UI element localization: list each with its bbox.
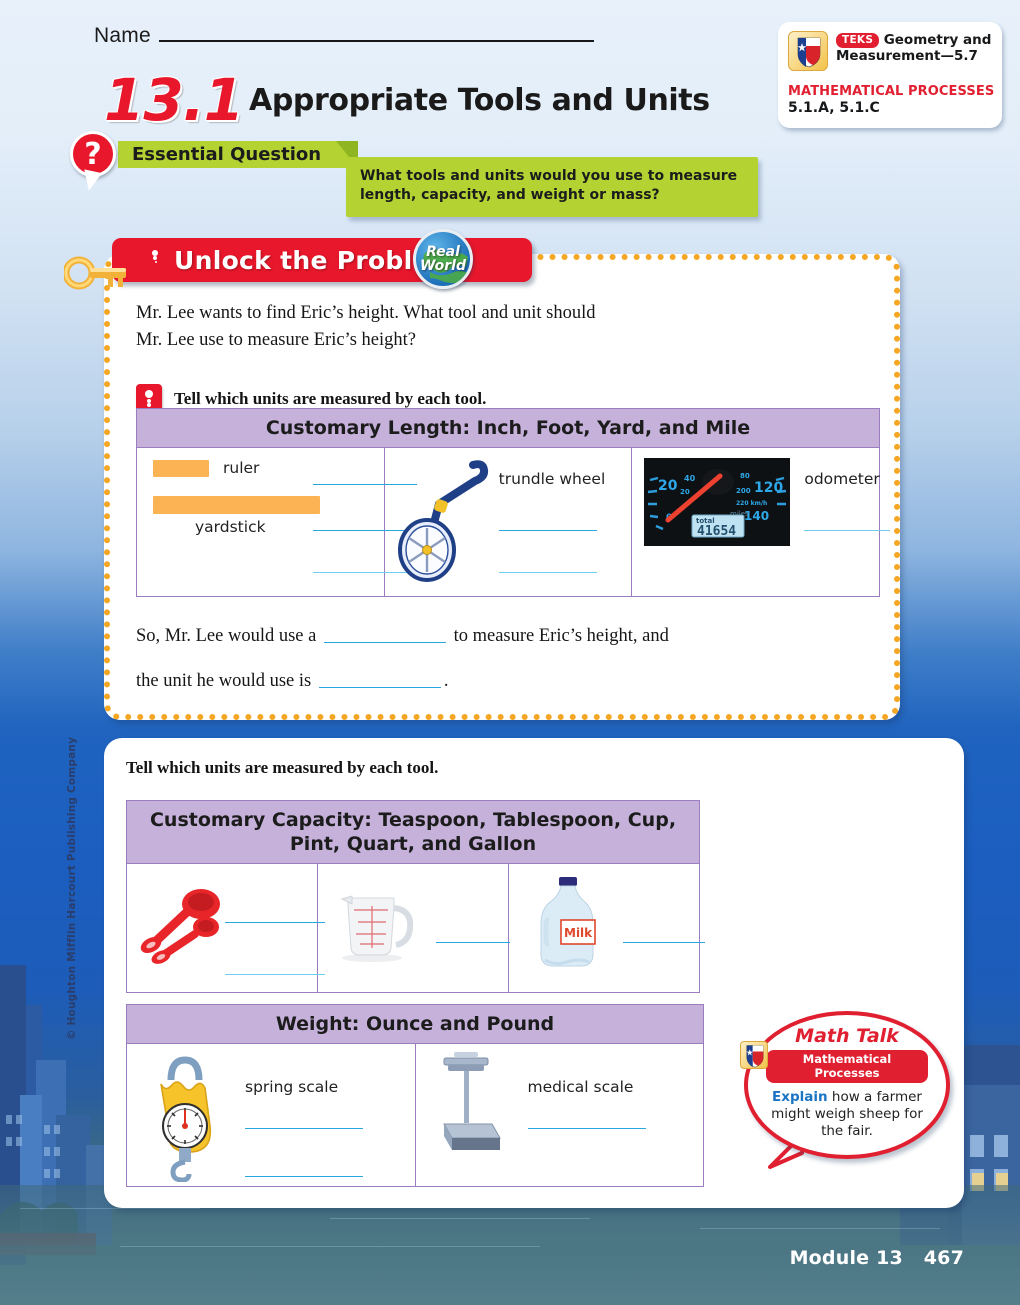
yardstick-icon <box>153 496 320 514</box>
essential-question-body: What tools and units would you use to me… <box>346 157 758 217</box>
length-cell-odometer: 20 40 20 80 200 120 220 km/h 140 miles 0 <box>632 448 891 596</box>
math-talk-title: Math Talk <box>795 1025 899 1047</box>
svg-text:120: 120 <box>754 480 783 496</box>
medical-scale-icon <box>442 1052 501 1150</box>
copyright-notice: © Houghton Mifflin Harcourt Publishing C… <box>66 736 78 1040</box>
name-label: Name <box>94 24 151 47</box>
conclusion-sentences: So, Mr. Lee would use a to measure Eric’… <box>136 626 669 692</box>
svg-text:40: 40 <box>684 474 696 483</box>
footer-page-number: 467 <box>923 1247 964 1269</box>
capacity-table-title-line2: Pint, Quart, and Gallon <box>289 833 537 855</box>
length-answer-blank[interactable] <box>498 572 597 573</box>
weight-answer-blank[interactable] <box>245 1176 363 1177</box>
page-footer: Module 13 467 <box>790 1247 964 1269</box>
weight-table-header: Weight: Ounce and Pound <box>127 1005 703 1044</box>
real-world-badge: Real World <box>413 229 475 291</box>
weight-table-title: Weight: Ounce and Pound <box>275 1013 555 1035</box>
length-cell-trundle-wheel: trundle wheel <box>385 448 633 596</box>
length-cell-ruler-yardstick: ruler yardstick <box>137 448 417 596</box>
ruler-icon <box>153 460 209 477</box>
teks-pill: TEKS <box>836 33 880 48</box>
length-answer-blank[interactable] <box>498 530 597 531</box>
teks-standard-line2: Measurement—5.7 <box>836 48 978 64</box>
math-talk-keyword: Explain <box>772 1089 828 1105</box>
real-world-line1: Real <box>426 244 460 260</box>
conclusion-a-after: to measure Eric’s height, and <box>453 626 669 646</box>
conclusion-blank-unit[interactable] <box>318 671 441 688</box>
weight-answer-blank[interactable] <box>245 1128 363 1129</box>
teks-standard-line1: Geometry and <box>883 32 992 48</box>
capacity-answer-blank[interactable] <box>623 942 705 943</box>
math-talk-pill: Mathematical Processes <box>766 1050 928 1083</box>
length-tool-label-yardstick: yardstick <box>195 518 266 536</box>
problem-line2: Mr. Lee use to measure Eric’s height? <box>136 330 416 350</box>
capacity-answer-blank[interactable] <box>225 974 325 975</box>
length-tool-label-trundle-wheel: trundle wheel <box>498 470 606 488</box>
svg-text:Milk: Milk <box>564 926 593 940</box>
svg-text:41654: 41654 <box>697 524 736 539</box>
length-answer-blank[interactable] <box>804 530 891 531</box>
lock-icon <box>146 245 164 271</box>
length-table-title: Customary Length: Inch, Foot, Yard, and … <box>265 417 751 439</box>
teks-processes-label: MATHEMATICAL PROCESSES <box>788 84 995 99</box>
conclusion-a-before: So, Mr. Lee would use a <box>136 626 317 646</box>
texas-flag-icon <box>788 31 828 71</box>
unlock-the-problem-panel: Mr. Lee wants to find Eric’s height. Wha… <box>104 254 900 720</box>
trundle-wheel-icon <box>397 460 488 582</box>
svg-text:80: 80 <box>740 472 750 480</box>
customary-length-table: Customary Length: Inch, Foot, Yard, and … <box>136 408 891 597</box>
problem-line1: Mr. Lee wants to find Eric’s height. Wha… <box>136 303 596 323</box>
customary-capacity-table: Customary Capacity: Teaspoon, Tablespoon… <box>126 800 705 993</box>
capacity-table-header: Customary Capacity: Teaspoon, Tablespoon… <box>127 801 699 864</box>
svg-text:200: 200 <box>736 487 751 495</box>
teks-card: TEKS Geometry and Measurement—5.7 MATHEM… <box>778 22 1002 128</box>
capacity-cell-measuring-spoons <box>127 864 325 992</box>
spring-scale-icon <box>160 1056 212 1182</box>
odometer-icon: 20 40 20 80 200 120 220 km/h 140 miles 0 <box>644 458 791 546</box>
weight-table: Weight: Ounce and Pound spring scale med… <box>126 1004 704 1187</box>
math-talk-callout: Math Talk Mathematical Processes Explain… <box>740 1011 950 1169</box>
weight-tool-label-medical-scale: medical scale <box>527 1078 634 1096</box>
svg-text:20: 20 <box>658 478 678 494</box>
capacity-answer-blank[interactable] <box>436 942 510 943</box>
measuring-cup-icon <box>340 895 414 962</box>
weight-answer-blank[interactable] <box>527 1128 646 1129</box>
name-input-rule[interactable] <box>158 40 594 42</box>
question-mark-icon: ? <box>70 131 118 193</box>
page-title: Appropriate Tools and Units <box>249 83 710 118</box>
weight-cell-medical-scale: medical scale <box>416 1044 704 1186</box>
capacity-cell-measuring-cup <box>318 864 510 992</box>
name-field-row: Name <box>94 24 594 48</box>
conclusion-b-after: . <box>443 671 449 691</box>
essential-question-line2: length, capacity, and weight or mass? <box>360 187 660 203</box>
length-table-header: Customary Length: Inch, Foot, Yard, and … <box>137 409 879 448</box>
texas-flag-icon <box>740 1041 768 1069</box>
capacity-table-title-line1: Customary Capacity: Teaspoon, Tablespoon… <box>149 809 677 831</box>
essential-question-label: Essential Question <box>132 144 322 165</box>
svg-text:20: 20 <box>680 488 690 496</box>
real-world-line2: World <box>419 258 467 274</box>
lower-tell-instruction: Tell which units are measured by each to… <box>126 758 439 777</box>
weight-tool-label-spring-scale: spring scale <box>245 1078 339 1096</box>
conclusion-b-before: the unit he would use is <box>136 671 312 691</box>
math-talk-prompt: Explain how a farmer might weigh sheep f… <box>766 1089 928 1140</box>
length-tool-label-odometer: odometer <box>804 470 880 488</box>
footer-module: Module 13 <box>789 1247 903 1269</box>
milk-gallon-icon: Milk <box>540 877 596 967</box>
capacity-cell-milk-gallon: Milk <box>509 864 705 992</box>
essential-question-band: Essential Question <box>118 141 358 168</box>
length-tool-label-ruler: ruler <box>223 459 260 477</box>
measuring-spoons-icon <box>140 889 220 964</box>
capacity-answer-blank[interactable] <box>225 922 325 923</box>
lesson-number: 13.1 <box>104 66 244 134</box>
weight-cell-spring-scale: spring scale <box>127 1044 416 1186</box>
conclusion-blank-tool[interactable] <box>323 626 446 643</box>
key-icon <box>62 252 128 299</box>
svg-text:220 km/h: 220 km/h <box>736 500 767 507</box>
teks-processes-codes: 5.1.A, 5.1.C <box>788 100 880 116</box>
essential-question-line1: What tools and units would you use to me… <box>360 168 738 184</box>
tell-instruction: Tell which units are measured by each to… <box>174 389 487 408</box>
